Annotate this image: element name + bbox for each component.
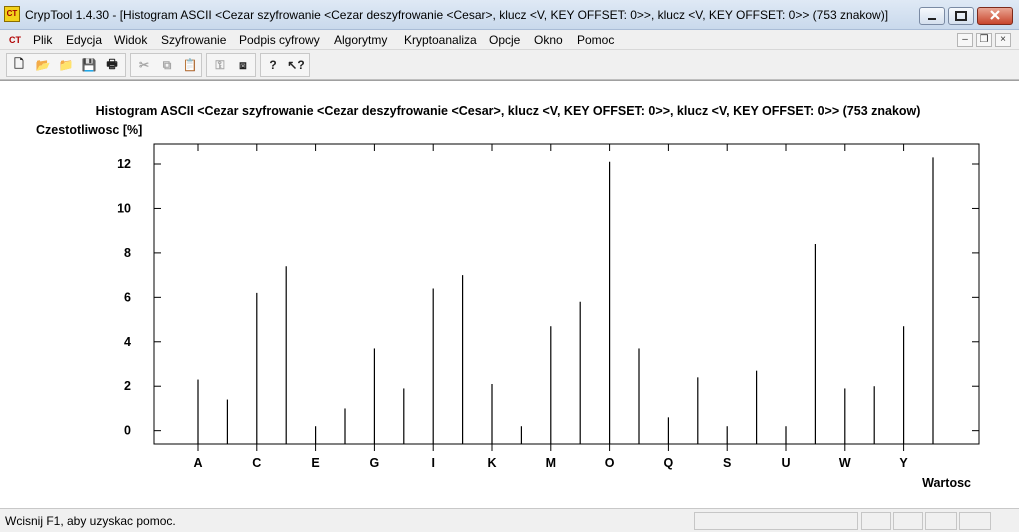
cut-button[interactable]: ✂ xyxy=(134,55,154,75)
title-bar: CT CrypTool 1.4.30 - [Histogram ASCII <C… xyxy=(0,0,1019,30)
status-bar: Wcisnij F1, aby uzyskac pomoc. xyxy=(0,508,1019,532)
menu-szyfrowanie[interactable]: Szyfrowanie xyxy=(161,33,226,47)
close-icon xyxy=(990,10,1000,20)
maximize-button[interactable] xyxy=(948,7,974,25)
paste-button[interactable]: 📋 xyxy=(180,55,200,75)
status-panel-2 xyxy=(861,512,891,530)
y-tick-label: 0 xyxy=(124,424,131,438)
menu-algorytmy[interactable]: Algorytmy xyxy=(334,33,387,47)
menu-bar: CT Plik Edycja Widok Szyfrowanie Podpis … xyxy=(0,30,1019,50)
child-minimize-button[interactable]: – xyxy=(957,33,973,47)
x-tick-label: I xyxy=(431,456,434,470)
x-tick-label: Q xyxy=(664,456,674,470)
minimize-icon xyxy=(928,18,936,20)
cut-icon: ✂ xyxy=(138,58,150,72)
context-help-icon: ↖? xyxy=(287,58,305,72)
menu-edycja[interactable]: Edycja xyxy=(66,33,102,47)
save-button[interactable]: 💾 xyxy=(79,55,99,75)
x-tick-label: C xyxy=(252,456,261,470)
new-icon: 🗋 xyxy=(14,56,24,71)
y-tick-label: 8 xyxy=(124,246,131,260)
open-folder-button[interactable]: 📁 xyxy=(56,55,76,75)
copy-button[interactable]: ⧉ xyxy=(157,55,177,75)
x-tick-label: K xyxy=(487,456,496,470)
x-tick-label: U xyxy=(781,456,790,470)
status-panel-4 xyxy=(925,512,957,530)
menu-okno[interactable]: Okno xyxy=(534,33,563,47)
close-button[interactable] xyxy=(977,7,1013,25)
menu-widok[interactable]: Widok xyxy=(114,33,147,47)
context-help-button[interactable]: ↖? xyxy=(286,55,306,75)
x-tick-label: Y xyxy=(899,456,908,470)
menu-kryptoanaliza[interactable]: Kryptoanaliza xyxy=(404,33,477,47)
copy-icon: ⧉ xyxy=(162,57,172,72)
menu-pomoc[interactable]: Pomoc xyxy=(577,33,614,47)
menu-podpis-cyfrowy[interactable]: Podpis cyfrowy xyxy=(239,33,320,47)
y-tick-label: 10 xyxy=(117,201,131,215)
x-tick-label: E xyxy=(311,456,319,470)
x-tick-label: W xyxy=(839,456,851,470)
key-button[interactable]: ⚿ xyxy=(210,55,230,75)
x-tick-label: S xyxy=(723,456,731,470)
minimize-button[interactable] xyxy=(919,7,945,25)
y-axis-label: Czestotliwosc [%] xyxy=(36,123,142,137)
y-tick-label: 2 xyxy=(124,379,131,393)
y-tick-label: 6 xyxy=(124,290,131,304)
app-icon: CT xyxy=(4,6,20,22)
menu-opcje[interactable]: Opcje xyxy=(489,33,520,47)
status-text: Wcisnij F1, aby uzyskac pomoc. xyxy=(5,514,176,528)
child-close-button[interactable]: × xyxy=(995,33,1011,47)
status-panel-1 xyxy=(694,512,858,530)
toolbar: 🗋 📂 📁 💾 🖶 ✂ ⧉ 📋 ⚿ ⧈? ↖? xyxy=(0,50,1019,80)
plot-frame xyxy=(153,143,980,445)
new-button[interactable]: 🗋 xyxy=(9,55,29,75)
menu-plik[interactable]: Plik xyxy=(33,33,52,47)
save-icon: 💾 xyxy=(81,58,97,72)
print-icon: 🖶 xyxy=(106,56,118,71)
key-icon: ⚿ xyxy=(215,57,225,72)
help-icon: ? xyxy=(269,58,277,72)
x-tick-label: G xyxy=(370,456,380,470)
chart-title: Histogram ASCII <Cezar szyfrowanie <Ceza… xyxy=(96,104,921,118)
document-icon[interactable]: CT xyxy=(9,32,25,48)
x-tick-label: M xyxy=(546,456,556,470)
child-restore-button[interactable]: ❐ xyxy=(976,33,992,47)
status-panel-3 xyxy=(893,512,923,530)
x-tick-label: A xyxy=(193,456,202,470)
x-tick-label: O xyxy=(605,456,615,470)
open-folder-icon: 📁 xyxy=(58,58,74,72)
print-button[interactable]: 🖶 xyxy=(102,55,122,75)
help-button[interactable]: ? xyxy=(263,55,283,75)
y-tick-label: 4 xyxy=(124,335,131,349)
window-button[interactable]: ⧈ xyxy=(233,55,253,75)
status-panel-5 xyxy=(959,512,991,530)
open-icon: 📂 xyxy=(35,58,51,72)
histogram-window: Histogram ASCII <Cezar szyfrowanie <Ceza… xyxy=(0,80,1019,508)
paste-icon: 📋 xyxy=(182,58,198,72)
window-icon: ⧈ xyxy=(239,57,247,72)
maximize-icon xyxy=(955,11,967,21)
open-button[interactable]: 📂 xyxy=(33,55,53,75)
histogram-chart: Histogram ASCII <Cezar szyfrowanie <Ceza… xyxy=(36,104,980,490)
y-tick-label: 12 xyxy=(117,157,131,171)
x-axis-label: Wartosc xyxy=(922,476,971,490)
window-title: CrypTool 1.4.30 - [Histogram ASCII <Ceza… xyxy=(25,8,889,22)
